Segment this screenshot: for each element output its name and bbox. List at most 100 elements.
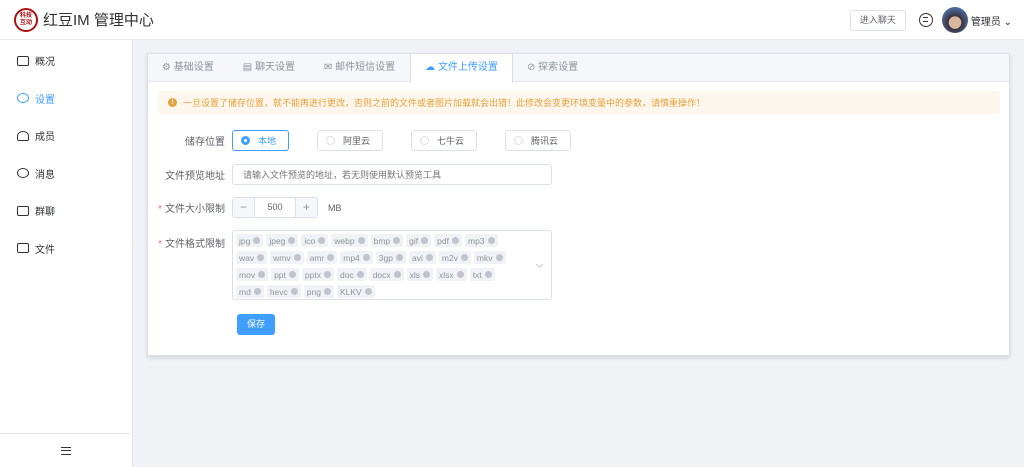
preview-url-input[interactable] [232,164,552,185]
tab-chat[interactable]: ▤ 聊天设置 [229,54,310,82]
format-tag-label: mov [239,269,256,280]
format-tag-label: jpg [239,235,251,246]
format-tag: jpeg [266,234,299,247]
format-tag-label: avi [411,252,423,263]
format-tag: ppt [271,268,299,281]
remove-tag-icon[interactable] [290,288,298,295]
format-tag: png [303,285,334,298]
format-tag-label: xlsx [439,269,454,280]
decrement-button[interactable]: − [233,198,254,217]
remove-tag-icon[interactable] [253,237,261,244]
sidebar-item-groups[interactable]: 群聊 [0,192,132,230]
enter-chat-button[interactable]: 进入聊天 [849,9,906,31]
radio-qiniu[interactable]: 七牛云 [411,130,478,151]
remove-tag-icon[interactable] [395,254,403,261]
remove-tag-icon[interactable] [288,271,296,278]
remove-tag-icon[interactable] [456,271,464,278]
format-tag: doc [336,268,367,281]
format-tag-label: gif [409,235,419,246]
format-tag-label: pdf [437,235,449,246]
format-tag-label: ppt [274,269,286,280]
tab-basic[interactable]: ⚙ 基础设置 [148,54,229,82]
tab-mail-sms[interactable]: ✉ 邮件短信设置 [310,54,410,82]
increment-button[interactable]: + [296,198,317,217]
remove-tag-icon[interactable] [484,271,492,278]
format-tag-label: webp [334,235,355,246]
format-label: * 文件格式限制 [158,239,225,250]
radio-local[interactable]: 本地 [232,130,290,151]
format-tag: KLKV [336,285,375,298]
format-multiselect[interactable]: jpg jpeg ico webp bmp gif pdf mp3 wav wmv amr mp4 3g… [232,230,552,300]
preview-row: 文件预览地址 [148,164,552,185]
sidebar-item-files[interactable]: 文件 [0,230,132,268]
format-tag-label: bmp [373,235,391,246]
format-tag-label: wav [239,252,255,263]
format-tag-label: KLKV [339,286,362,297]
sidebar-item-settings[interactable]: 设置 [0,80,132,118]
format-tag: mp3 [464,234,498,247]
format-tag: mp4 [340,251,373,264]
user-menu[interactable]: 管理员 ⌄ [971,13,1012,28]
format-tag-label: mp3 [467,235,485,246]
avatar[interactable] [941,7,968,33]
remove-tag-icon[interactable] [425,254,433,261]
size-value[interactable]: 500 [254,198,296,217]
format-tag: avi [408,251,436,264]
format-tag-label: m2v [441,252,458,263]
chevron-down-icon[interactable] [535,260,544,269]
remove-tag-icon[interactable] [495,254,503,261]
size-stepper[interactable]: − 500 + [232,197,318,218]
format-tag-label: mp4 [343,252,360,263]
format-tag: jpg [236,234,264,247]
format-tag-label: ico [304,235,316,246]
gear-icon [17,93,29,104]
remove-tag-icon[interactable] [318,237,326,244]
format-tag-label: jpeg [269,235,286,246]
remove-tag-icon[interactable] [460,254,468,261]
remove-tag-icon[interactable] [451,237,459,244]
remove-tag-icon[interactable] [327,254,335,261]
sidebar-item-overview[interactable]: 概况 [0,42,132,80]
remove-tag-icon[interactable] [288,237,296,244]
remove-tag-icon[interactable] [487,237,495,244]
remove-tag-icon[interactable] [323,271,331,278]
collapse-sidebar-button[interactable] [0,433,132,467]
remove-tag-icon[interactable] [421,237,429,244]
format-tag-label: xls [409,269,421,280]
tab-explore[interactable]: ⊘ 探索设置 [513,54,593,82]
format-tag: pdf [434,234,462,247]
remove-tag-icon[interactable] [362,254,370,261]
radio-tencent[interactable]: 腾讯云 [505,130,572,151]
remove-tag-icon[interactable] [253,288,261,295]
sidebar: 概况 设置 成员 消息 群聊 文件 [0,40,133,467]
remove-tag-icon[interactable] [357,237,365,244]
format-tag: hevc [266,285,301,298]
storage-row: 储存位置 本地 阿里云 七牛云 腾讯云 [148,130,599,151]
size-unit: MB [328,202,342,213]
settings-tabs: ⚙ 基础设置 ▤ 聊天设置 ✉ 邮件短信设置 ☁ 文件上传设置 ⊘ 探索设置 [148,54,1009,83]
remove-tag-icon[interactable] [257,254,265,261]
remove-tag-icon[interactable] [364,288,372,295]
format-tag: md [236,285,264,298]
remove-tag-icon[interactable] [393,237,401,244]
format-tag-label: txt [472,269,482,280]
sidebar-item-messages[interactable]: 消息 [0,155,132,193]
radio-aliyun[interactable]: 阿里云 [317,130,384,151]
format-tag: mov [236,268,269,281]
remove-tag-icon[interactable] [293,254,301,261]
remove-tag-icon[interactable] [423,271,431,278]
remove-tag-icon[interactable] [323,288,331,295]
user-icon [17,130,29,141]
remove-tag-icon[interactable] [393,271,401,278]
message-icon[interactable] [918,13,933,27]
size-row: * 文件大小限制 − 500 + MB [148,197,342,218]
storage-label: 储存位置 [185,137,225,148]
chat-icon [17,168,29,179]
sidebar-item-members[interactable]: 成员 [0,117,132,155]
format-tag: m2v [438,251,471,264]
remove-tag-icon[interactable] [356,271,364,278]
format-tag: gif [406,234,432,247]
save-button[interactable]: 保存 [237,314,275,335]
tab-file-upload[interactable]: ☁ 文件上传设置 [410,54,513,83]
remove-tag-icon[interactable] [258,271,266,278]
